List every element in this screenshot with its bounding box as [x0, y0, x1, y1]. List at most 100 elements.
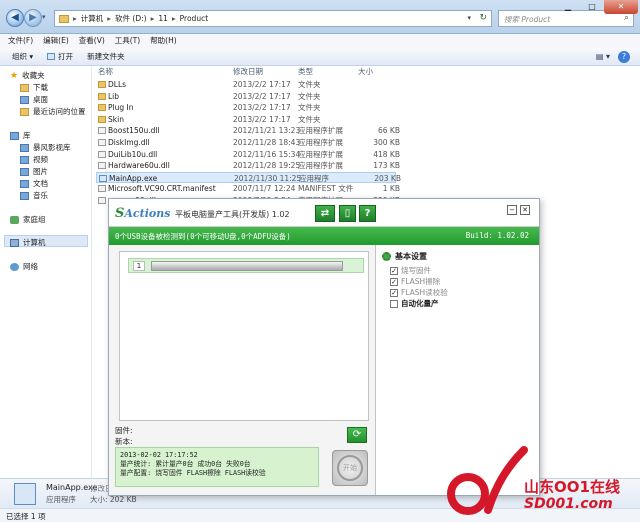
file-row[interactable]: Boost150u.dll 2012/11/21 13:23 应用程序扩展 66 KB: [96, 125, 400, 136]
file-row[interactable]: Lib 2013/2/2 17:17 文件夹: [96, 91, 396, 102]
sidebar-item-downloads[interactable]: 下载: [20, 82, 48, 93]
setting-option[interactable]: ✓ FLASH擦除: [390, 276, 440, 287]
refresh-icon[interactable]: ↻: [479, 13, 487, 23]
file-row[interactable]: Skin 2013/2/2 17:17 文件夹: [96, 114, 396, 125]
command-bar: 组织 ▾ 打开 新建文件夹 ▤ ▾ ?: [0, 48, 640, 66]
sidebar-item-videos[interactable]: 视频: [20, 154, 48, 165]
minimize-button[interactable]: ▁: [556, 0, 580, 14]
setting-checkbox[interactable]: ✓: [390, 288, 398, 297]
refresh-icon: ⟳: [352, 429, 362, 440]
details-file-type: 应用程序: [46, 495, 76, 504]
tool-minimize-button[interactable]: −: [507, 205, 517, 215]
sidebar-item-documents[interactable]: 文档: [20, 178, 48, 189]
menu-tools[interactable]: 工具(T): [115, 34, 140, 48]
file-name: Skin: [108, 114, 124, 124]
log-config: 量产配置: 烧写固件 FLASH擦除 FLASH读校验: [120, 469, 266, 477]
setting-checkbox[interactable]: ✓: [390, 266, 398, 275]
open-icon: [47, 53, 56, 60]
address-dropdown-icon[interactable]: ▾: [467, 14, 471, 22]
setting-label: FLASH读校验: [401, 288, 448, 297]
column-header-size[interactable]: 大小: [358, 66, 373, 77]
sidebar-item-pictures[interactable]: 图片: [20, 166, 48, 177]
open-button[interactable]: 打开: [47, 51, 73, 62]
file-row[interactable]: DLLs 2013/2/2 17:17 文件夹: [96, 79, 396, 90]
file-row[interactable]: Microsoft.VC90.CRT.manifest 2007/11/7 12:…: [96, 183, 400, 194]
back-button[interactable]: ◀: [6, 9, 24, 27]
forward-button[interactable]: ▶: [24, 9, 42, 27]
folder-icon: [98, 104, 106, 112]
maximize-button[interactable]: □: [580, 0, 604, 14]
address-bar[interactable]: ▸ 计算机 ▸ 软件 (D:) ▸ 11 ▸ Product ▾ ↻: [54, 10, 492, 27]
new-folder-button[interactable]: 新建文件夹: [87, 51, 125, 62]
file-row[interactable]: DuiLib10u.dll 2012/11/16 15:34 应用程序扩展 418 K…: [96, 149, 400, 160]
tool-close-button[interactable]: ✕: [520, 205, 530, 215]
watermark-text: 山东OO1在线: [524, 478, 620, 496]
sidebar-item-desktop[interactable]: 桌面: [20, 94, 48, 105]
chevron-right-icon[interactable]: ▸: [73, 14, 77, 23]
column-header-name[interactable]: 名称: [98, 66, 113, 77]
menu-file[interactable]: 文件(F): [8, 34, 33, 48]
file-date: 2012/11/28 18:43: [233, 138, 301, 147]
file-name: Microsoft.VC90.CRT.manifest: [108, 184, 216, 194]
help-icon[interactable]: ?: [618, 51, 630, 63]
setting-option[interactable]: ✓ FLASH读校验: [390, 287, 448, 298]
setting-option[interactable]: 自动化量产: [390, 298, 439, 309]
navigation-pane: ★ 收藏夹 下载 桌面 最近访问的位置 库 暴风影视库 视频 图片 文档 音乐 …: [0, 66, 92, 478]
homegroup-icon: [10, 215, 19, 224]
column-header-date[interactable]: 修改日期: [233, 66, 263, 77]
application-icon: [99, 174, 107, 182]
menu-view[interactable]: 查看(V): [79, 34, 105, 48]
document-button[interactable]: ▯: [339, 205, 356, 222]
setting-checkbox[interactable]: [390, 299, 398, 308]
sidebar-item-computer[interactable]: 计算机: [10, 237, 46, 248]
sidebar-item-recent[interactable]: 最近访问的位置: [20, 106, 86, 117]
refresh-button[interactable]: ⟳: [347, 427, 367, 443]
sidebar-item-favorites[interactable]: ★ 收藏夹: [10, 70, 45, 81]
setting-option[interactable]: ✓ 烧写固件: [390, 265, 431, 276]
file-icon: [98, 162, 106, 170]
sidebar-label: 暴风影视库: [33, 143, 71, 152]
file-size: 66 KB: [378, 126, 400, 136]
file-date: 2007/11/7 12:24: [233, 184, 296, 194]
log-statistics: 量产统计: 累计量产0台 成功0台 失败0台: [120, 460, 251, 468]
help-button[interactable]: ?: [359, 205, 376, 222]
file-icon: [98, 185, 106, 193]
file-row[interactable]: MainApp.exe 2012/11/30 11:25 应用程序 203 KB: [96, 171, 401, 183]
firmware-label: 固件:: [115, 426, 133, 435]
file-row[interactable]: Plug In 2013/2/2 17:17 文件夹: [96, 102, 396, 113]
breadcrumb-computer[interactable]: 计算机: [81, 13, 104, 24]
sidebar-item-homegroup[interactable]: 家庭组: [10, 214, 46, 225]
search-icon[interactable]: ⌕: [624, 13, 629, 23]
chevron-right-icon[interactable]: ▸: [107, 14, 111, 23]
settings-header: 基本设置: [382, 251, 427, 262]
chevron-right-icon[interactable]: ▸: [172, 14, 176, 23]
organize-button[interactable]: 组织 ▾: [12, 51, 33, 62]
sidebar-item-network[interactable]: 网络: [10, 261, 38, 272]
breadcrumb-11[interactable]: 11: [158, 14, 168, 23]
usb-button[interactable]: ⇄: [315, 205, 335, 222]
breadcrumb-drive[interactable]: 软件 (D:): [115, 13, 147, 24]
file-type: 应用程序: [299, 173, 329, 183]
start-button[interactable]: 开始: [332, 450, 368, 486]
sidebar-item-library[interactable]: 库: [10, 130, 31, 141]
documents-icon: [20, 179, 29, 188]
setting-label: FLASH擦除: [401, 277, 441, 286]
breadcrumb-product[interactable]: Product: [180, 14, 208, 23]
device-slot[interactable]: 1: [128, 258, 364, 273]
file-type: 应用程序扩展: [298, 149, 343, 159]
menu-help[interactable]: 帮助(H): [150, 34, 177, 48]
chevron-right-icon[interactable]: ▸: [151, 14, 155, 23]
menu-edit[interactable]: 编辑(E): [43, 34, 69, 48]
sidebar-item-music[interactable]: 音乐: [20, 190, 48, 201]
file-row[interactable]: Hardware60u.dll 2012/11/28 19:25 应用程序扩展 173…: [96, 160, 400, 171]
explorer-title-bar: ◀ ▶ ▾ ▸ 计算机 ▸ 软件 (D:) ▸ 11 ▸ Product ▾ ↻…: [0, 0, 640, 34]
sidebar-item-baofeng[interactable]: 暴风影视库: [20, 142, 71, 153]
recent-pages-dropdown[interactable]: ▾: [42, 13, 46, 21]
view-options-icon[interactable]: ▤ ▾: [596, 52, 610, 61]
column-header-type[interactable]: 类型: [298, 66, 313, 77]
setting-checkbox[interactable]: ✓: [390, 277, 398, 286]
file-row[interactable]: DiskImg.dll 2012/11/28 18:43 应用程序扩展 300 KB: [96, 137, 400, 148]
sidebar-label: 文档: [33, 179, 48, 188]
file-size: 203 KB: [374, 173, 401, 183]
close-button[interactable]: ✕: [604, 0, 638, 14]
